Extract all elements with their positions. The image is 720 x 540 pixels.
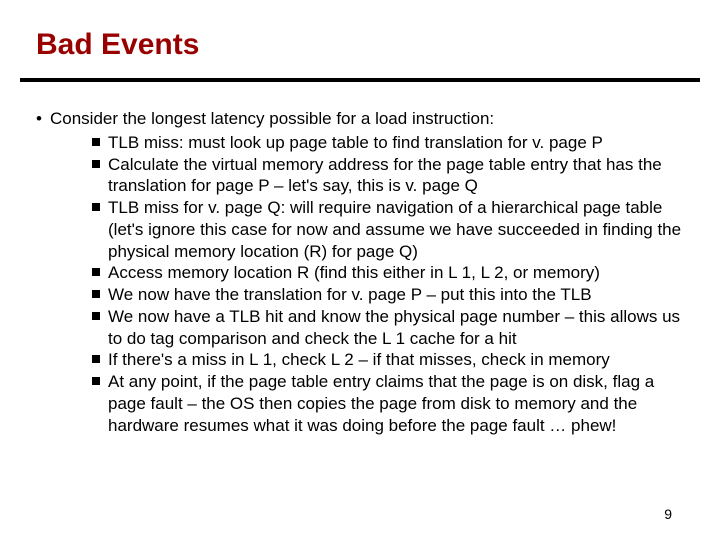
list-item: We now have the translation for v. page … bbox=[92, 284, 684, 306]
list-item: TLB miss: must look up page table to fin… bbox=[92, 132, 684, 154]
lead-line: •Consider the longest latency possible f… bbox=[36, 108, 684, 130]
bullet-dot: • bbox=[36, 108, 50, 130]
lead-text: Consider the longest latency possible fo… bbox=[50, 109, 494, 128]
page-number: 9 bbox=[664, 506, 672, 522]
slide-body: •Consider the longest latency possible f… bbox=[36, 108, 684, 436]
list-item: Access memory location R (find this eith… bbox=[92, 262, 684, 284]
slide-title: Bad Events bbox=[36, 28, 199, 62]
list-item: We now have a TLB hit and know the physi… bbox=[92, 306, 684, 350]
list-item: TLB miss for v. page Q: will require nav… bbox=[92, 197, 684, 262]
list-item: Calculate the virtual memory address for… bbox=[92, 154, 684, 198]
list-item: If there's a miss in L 1, check L 2 – if… bbox=[92, 349, 684, 371]
sub-bullet-list: TLB miss: must look up page table to fin… bbox=[36, 132, 684, 437]
title-rule bbox=[20, 78, 700, 82]
list-item: At any point, if the page table entry cl… bbox=[92, 371, 684, 436]
slide: Bad Events •Consider the longest latency… bbox=[0, 0, 720, 540]
